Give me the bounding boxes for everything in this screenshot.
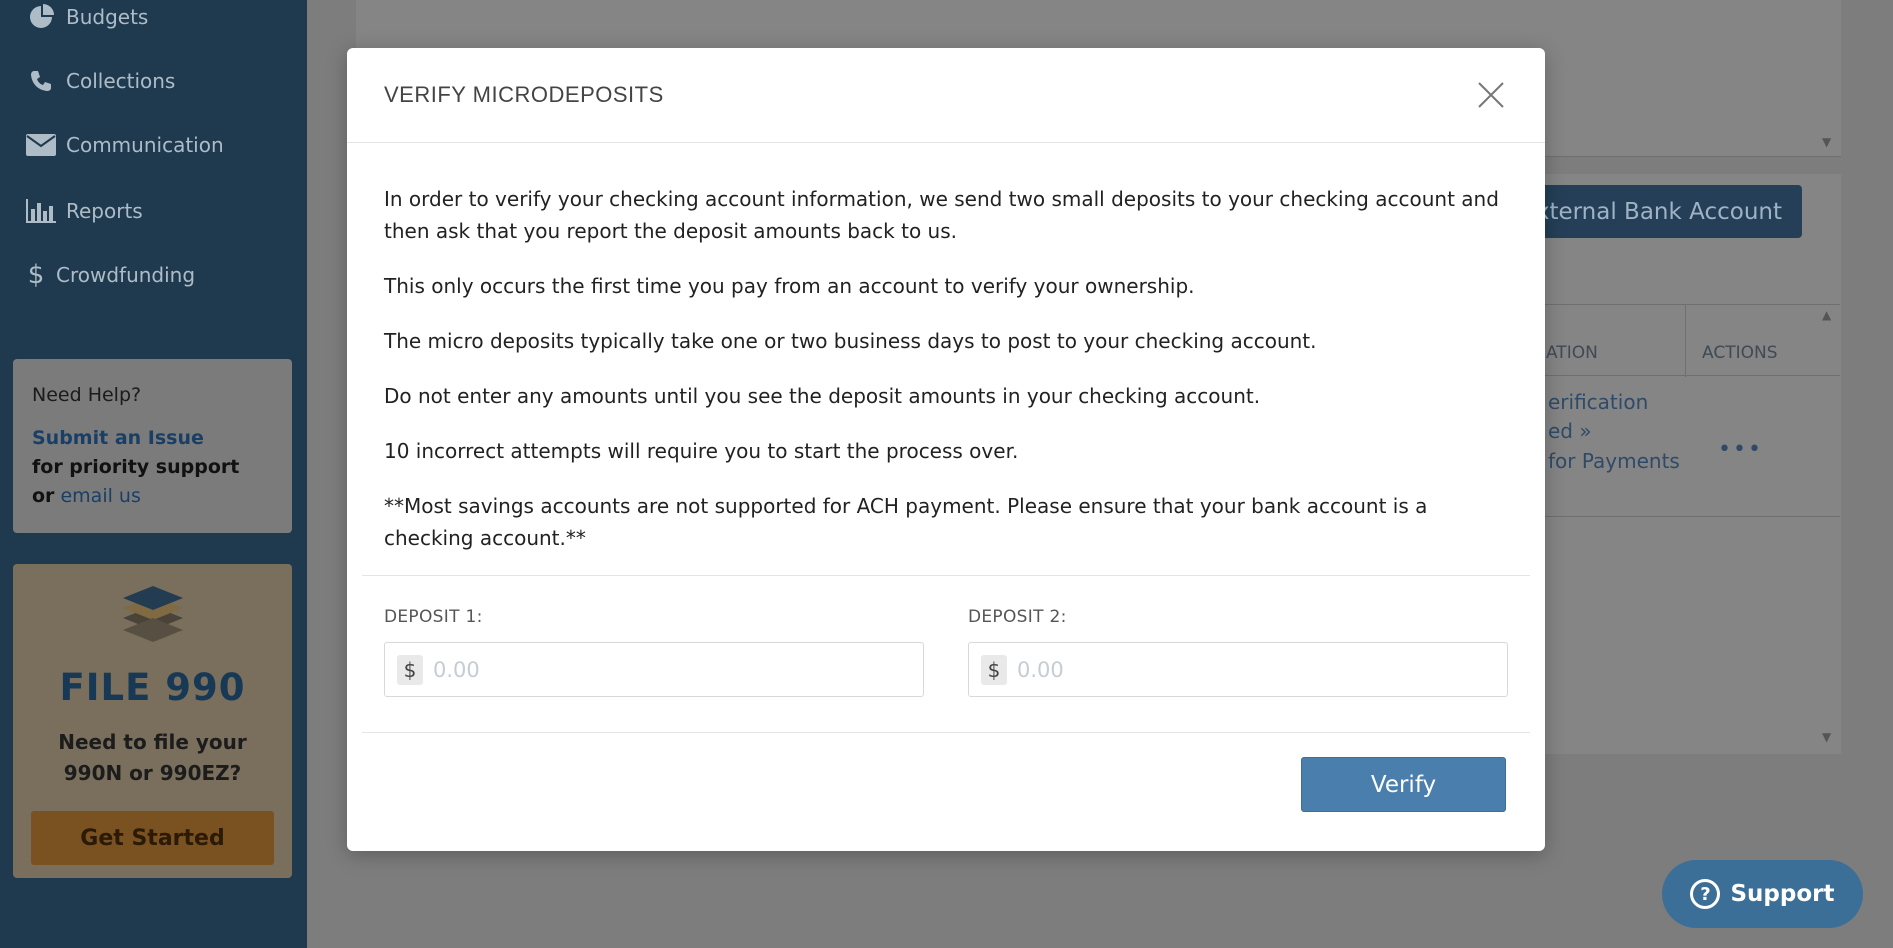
promo-line-2: 990N or 990EZ? bbox=[63, 761, 242, 785]
help-box: Need Help? Submit an Issue for priority … bbox=[13, 359, 292, 533]
dollar-icon: $ bbox=[981, 654, 1007, 685]
help-title: Need Help? bbox=[32, 384, 142, 406]
divider bbox=[362, 575, 1530, 576]
modal-body: In order to verify your checking account… bbox=[347, 143, 1545, 554]
deposit-1-label: DEPOSIT 1: bbox=[384, 607, 483, 627]
bg-cell-link[interactable]: ed » bbox=[1548, 419, 1592, 443]
deposit-2-label: DEPOSIT 2: bbox=[968, 607, 1067, 627]
layers-icon bbox=[13, 582, 292, 656]
sidebar-item-label: Communication bbox=[66, 133, 224, 157]
priority-support-text: for priority support bbox=[32, 456, 240, 478]
close-icon[interactable] bbox=[1475, 79, 1507, 111]
add-external-bank-account-button[interactable]: External Bank Account bbox=[1520, 185, 1802, 238]
dollar-icon: $ bbox=[397, 654, 423, 685]
dollar-icon: $ bbox=[27, 260, 45, 290]
file-990-promo: FILE 990 Need to file your 990N or 990EZ… bbox=[13, 564, 292, 878]
divider bbox=[362, 732, 1530, 733]
phone-icon bbox=[26, 69, 56, 93]
support-button[interactable]: ? Support bbox=[1662, 860, 1863, 928]
scroll-down-arrow-icon[interactable]: ▼ bbox=[1822, 135, 1831, 149]
column-divider bbox=[1685, 305, 1686, 377]
paragraph-intro: In order to verify your checking account… bbox=[384, 187, 1499, 243]
row-actions-menu[interactable]: ••• bbox=[1718, 437, 1763, 462]
deposit-1-input[interactable] bbox=[431, 656, 901, 683]
get-started-button[interactable]: Get Started bbox=[31, 811, 274, 865]
row-divider bbox=[1520, 516, 1840, 517]
verify-button[interactable]: Verify bbox=[1301, 757, 1506, 812]
pie-chart-icon bbox=[26, 4, 56, 30]
paragraph-savings-note: **Most savings accounts are not supporte… bbox=[384, 494, 1428, 550]
support-label: Support bbox=[1730, 881, 1835, 907]
paragraph-attempts: 10 incorrect attempts will require you t… bbox=[384, 439, 1019, 463]
sidebar: Budgets Collections Communication Report… bbox=[0, 0, 307, 948]
deposit-2-input[interactable] bbox=[1015, 656, 1485, 683]
column-header-actions: ACTIONS bbox=[1702, 343, 1778, 363]
sidebar-item-label: Reports bbox=[66, 199, 143, 223]
column-header-location: ATION bbox=[1546, 343, 1598, 363]
help-circle-icon: ? bbox=[1690, 879, 1721, 909]
bar-chart-icon bbox=[26, 199, 56, 223]
modal-header: VERIFY MICRODEPOSITS bbox=[347, 48, 1545, 143]
sidebar-item-communication[interactable]: Communication bbox=[26, 125, 224, 165]
deposit-1-field[interactable]: $ bbox=[384, 642, 924, 697]
sidebar-item-label: Collections bbox=[66, 69, 176, 93]
or-text: or bbox=[32, 485, 55, 507]
bg-cell-payments[interactable]: for Payments bbox=[1548, 449, 1680, 473]
promo-text: Need to file your 990N or 990EZ? bbox=[13, 727, 292, 789]
submit-issue-link[interactable]: Submit an Issue bbox=[32, 427, 204, 449]
modal-title: VERIFY MICRODEPOSITS bbox=[384, 82, 664, 107]
paragraph-warning: Do not enter any amounts until you see t… bbox=[384, 384, 1261, 408]
scroll-down-arrow-icon[interactable]: ▼ bbox=[1822, 730, 1831, 744]
sidebar-item-crowdfunding[interactable]: $ Crowdfunding bbox=[26, 255, 195, 295]
promo-line-1: Need to file your bbox=[58, 730, 247, 754]
paragraph-first-time: This only occurs the first time you pay … bbox=[384, 274, 1195, 298]
sidebar-item-reports[interactable]: Reports bbox=[26, 191, 143, 231]
sidebar-item-label: Crowdfunding bbox=[56, 263, 196, 287]
sidebar-item-label: Budgets bbox=[66, 5, 149, 29]
verify-microdeposits-modal: VERIFY MICRODEPOSITS In order to verify … bbox=[347, 48, 1545, 851]
bg-cell-verification[interactable]: erification bbox=[1548, 390, 1648, 414]
sidebar-item-budgets[interactable]: Budgets bbox=[26, 0, 148, 37]
promo-brand: FILE 990 bbox=[59, 666, 246, 709]
bg-table-header: ATION ACTIONS bbox=[1520, 304, 1840, 377]
email-us-link[interactable]: email us bbox=[60, 485, 140, 507]
deposit-2-field[interactable]: $ bbox=[968, 642, 1508, 697]
sidebar-item-collections[interactable]: Collections bbox=[26, 61, 175, 101]
paragraph-timing: The micro deposits typically take one or… bbox=[384, 329, 1317, 353]
envelope-icon bbox=[26, 134, 56, 156]
